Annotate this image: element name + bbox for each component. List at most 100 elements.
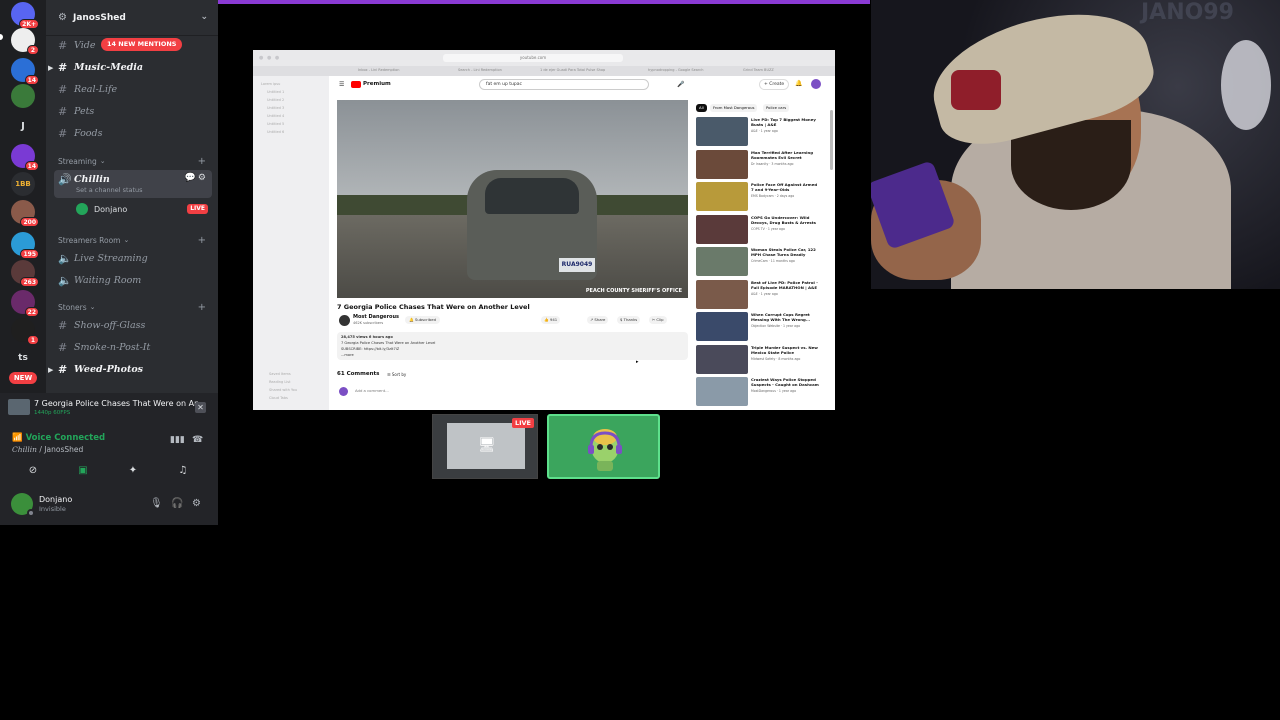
server-icon-2[interactable]: 2 — [11, 28, 39, 55]
chevron-down-icon: ⌄ — [89, 303, 96, 311]
server-icon-6[interactable]: 14 — [11, 144, 39, 171]
recommendation-item: Craziest Ways Police Stopped Suspects - … — [696, 377, 826, 407]
create-button: + Create — [759, 79, 790, 90]
youtube-logo-icon — [351, 81, 361, 88]
channel-name: Most Dangerous — [353, 314, 400, 320]
chip-from-channel: From Most Dangerous — [710, 104, 758, 112]
stream-thumbnail — [8, 399, 30, 415]
channel-real-life[interactable]: # Real-Life — [58, 80, 208, 98]
server-icon-7[interactable]: 1BB — [11, 172, 35, 196]
channel-foods[interactable]: # Foods — [58, 124, 208, 142]
stop-stream-icon[interactable]: ✕ — [195, 402, 206, 413]
microphone-icon[interactable]: 🎙 — [150, 498, 163, 509]
server-icon-4[interactable] — [11, 84, 35, 108]
scrollbar — [830, 110, 833, 170]
new-servers-badge[interactable]: NEW — [9, 372, 37, 384]
recommendation-title: When Corrupt Cops Regret Messing With Th… — [751, 312, 811, 322]
voice-location[interactable]: Chillin / JanosShed — [12, 445, 83, 454]
shared-screen-browser[interactable]: ● ● ● youtube.com Inbox - Lini Redemptio… — [253, 50, 835, 410]
add-channel-icon[interactable]: + — [198, 302, 206, 313]
share-button: ↗ Share — [587, 316, 609, 324]
server-icon-5[interactable]: J — [11, 114, 35, 138]
user-name[interactable]: Donjano — [39, 495, 72, 504]
recommendation-thumbnail — [696, 312, 748, 341]
recommendation-title: Woman Steals Police Car, 122 MPH Chase T… — [751, 247, 816, 257]
description-line: 28,475 views 6 hours ago — [341, 335, 393, 339]
video-description: 28,475 views 6 hours ago 7 Georgia Polic… — [337, 332, 688, 360]
recommendation-item: Woman Steals Police Car, 122 MPH Chase T… — [696, 247, 826, 277]
category-streamers-room[interactable]: Streamers Room ⌄ + — [58, 233, 208, 247]
activities-button[interactable]: ✦ — [112, 461, 154, 479]
browser-sidebar-item: Untitled 4 — [267, 114, 285, 118]
camera-off-button[interactable]: ⊘ — [12, 461, 54, 479]
channel-status-text[interactable]: Set a channel status — [76, 186, 143, 194]
participant-tile[interactable] — [547, 414, 660, 479]
channel-smoke-n-post-it[interactable]: # Smoke-n-Post-It — [58, 338, 208, 356]
user-settings-icon[interactable]: ⚙ — [192, 498, 201, 509]
voice-channel-waiting-room[interactable]: 🔈 Waiting Room — [58, 271, 208, 289]
channel-weed-photos[interactable]: ▶ # Weed-Photos — [48, 360, 208, 378]
chip-police-cars: Police cars — [763, 104, 790, 112]
voice-connected-status[interactable]: 📶 Voice Connected — [12, 433, 105, 443]
noise-suppression-icon[interactable]: ▮▮▮ — [170, 435, 185, 445]
chevron-down-icon: ⌄ — [123, 236, 130, 244]
new-mentions-pill[interactable]: 14 NEW MENTIONS — [101, 38, 183, 51]
server-icon-11[interactable]: 22 — [11, 290, 39, 317]
voice-channel-live-streaming[interactable]: 🔈 Live Streaming — [58, 249, 208, 267]
live-badge: LIVE — [187, 204, 208, 214]
channel-pets[interactable]: # Pets — [58, 102, 208, 120]
server-name: JanosShed — [72, 12, 126, 23]
avatar — [76, 203, 88, 215]
avatar — [588, 429, 622, 471]
recommendation-thumbnail — [696, 117, 748, 146]
voice-connected-panel: 📶 Voice Connected Chillin / JanosShed ▮▮… — [0, 427, 218, 487]
browser-sidebar: Lorem ipsu Untitled 1 Untitled 2 Untitle… — [253, 76, 329, 410]
channel-music-media[interactable]: ▶ # Music-Media — [48, 58, 208, 76]
caret-right-icon: ▶ — [48, 62, 54, 72]
cap-logo — [951, 70, 1001, 110]
recommendation-meta: EMS Bodycam · 2 days ago — [751, 194, 795, 198]
video-title: 7 Georgia Police Chases That Were on Ano… — [337, 303, 530, 311]
server-icon-9[interactable]: 195 — [11, 232, 39, 259]
add-comment-input: Add a comment... — [355, 388, 389, 393]
stream-quality: 1440p 60FPS — [34, 410, 71, 416]
channel-show-off-glass[interactable]: # Show-off-Glass — [58, 316, 208, 334]
browser-sidebar-item: Shared with You — [269, 388, 298, 392]
server-icon-13[interactable]: ts — [11, 346, 35, 370]
server-icon-8[interactable]: 200 — [11, 200, 39, 227]
avatar[interactable] — [11, 493, 35, 517]
browser-sidebar-item: Untitled 3 — [267, 106, 285, 110]
user-panel: Donjano Invisible 🎙 🎧 ⚙ — [0, 487, 218, 525]
stream-tile[interactable]: 🖥 LIVE — [432, 414, 538, 479]
webcam-light — [1221, 40, 1271, 130]
soundboard-button[interactable]: ♫ — [162, 461, 204, 479]
browser-sidebar-item: Untitled 2 — [267, 98, 285, 102]
clip-button: ✂ Clip — [649, 316, 667, 324]
avatar — [811, 79, 821, 89]
video-player: RUA9049 PEACH COUNTY SHERIFF'S OFFICE — [337, 100, 688, 298]
server-icon-10[interactable]: 263 — [11, 260, 39, 287]
server-icon-3[interactable]: 14 — [11, 58, 39, 85]
add-channel-icon[interactable]: + — [198, 235, 206, 246]
recommendation-meta: MostDangerous · 1 year ago — [751, 389, 797, 393]
server-icon-12[interactable]: 1 — [11, 318, 39, 345]
voice-member[interactable]: Donjano LIVE — [76, 201, 212, 217]
voice-channel-chillin[interactable]: 🔊 Chillin 💬⚙ Set a channel status — [54, 170, 212, 198]
server-icon-1[interactable]: 2K+ — [11, 2, 39, 29]
camera-off-icon: ⊘ — [28, 464, 38, 476]
category-streaming[interactable]: Streaming ⌄ + — [58, 154, 208, 168]
disconnect-icon[interactable]: ☎ — [192, 435, 203, 445]
server-header[interactable]: ⚙ JanosShed ⌄ — [46, 0, 218, 36]
rocket-icon: ✦ — [128, 464, 138, 476]
stream-preview-panel[interactable]: 7 Georgia Police Chases That Were on An.… — [0, 393, 218, 427]
recommendation-thumbnail — [696, 149, 748, 179]
webcam-feed: JANO99 — [871, 0, 1280, 289]
voice-channel-actions[interactable]: 💬⚙ — [185, 173, 208, 183]
screen-share-button[interactable]: ▣ — [62, 461, 104, 479]
recommendation-meta: Dr Insanity · 3 months ago — [751, 161, 794, 166]
recommendation-item: Man Terrified After Learning Roommates E… — [696, 149, 826, 180]
youtube-header: ☰ Premium fat em up tupac 🎤 + Create 🔔 — [329, 76, 835, 94]
headphones-icon[interactable]: 🎧 — [171, 498, 183, 509]
add-channel-icon[interactable]: + — [198, 156, 206, 167]
category-stoners[interactable]: Stoners ⌄ + — [58, 300, 208, 314]
